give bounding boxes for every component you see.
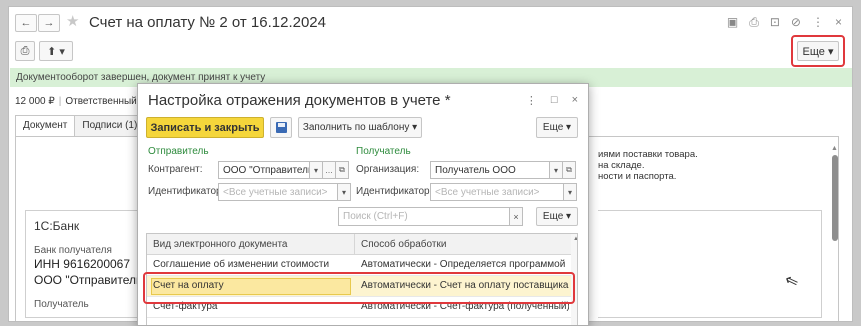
menu-dots-icon[interactable]: ⋮ (812, 15, 824, 30)
table-more-label: Еще ▾ (542, 211, 572, 222)
bank-name: 1С:Банк (34, 219, 80, 233)
chevron-down-icon: ▾ (341, 187, 346, 197)
save-icon[interactable]: ▣ (727, 15, 738, 30)
chevron-down-icon: ▾ (553, 165, 558, 175)
payment-form-right (598, 210, 822, 318)
bank-label: Банк получателя (34, 245, 112, 256)
responsible-label: Ответственный: (65, 96, 140, 107)
organization-open-button[interactable]: ⧉ (562, 161, 576, 179)
preview-icon[interactable]: ⊡ (770, 15, 780, 30)
column-header-doc-type[interactable]: Вид электронного документа (153, 239, 287, 250)
maximize-icon[interactable]: □ (551, 94, 558, 107)
save-and-close-label: Записать и закрыть (150, 121, 260, 134)
document-tabs: Документ Подписи (1) (15, 115, 146, 137)
recipient-label: Получатель (34, 299, 89, 310)
chevron-down-icon: ▾ (313, 165, 318, 175)
upload-button[interactable]: ⬆ ▾ (39, 41, 73, 61)
document-notes: иями поставки товара. на складе. ности и… (598, 149, 698, 182)
note-line: ности и паспорта. (598, 171, 677, 182)
sender-identifier-field[interactable]: <Все учетные записи> (218, 183, 338, 201)
close-icon: × (513, 211, 519, 222)
receiver-identifier-dropdown[interactable]: ▾ (563, 183, 577, 201)
note-line: иями поставки товара. (598, 149, 698, 160)
organization-dropdown-button[interactable]: ▾ (549, 161, 563, 179)
receiver-section-title: Получатель (356, 146, 411, 157)
window-controls: ▣ ⎙ ⊡ ⊘ ⋮ × (727, 15, 842, 30)
dialog-title: Настройка отражения документов в учете * (148, 92, 451, 109)
amount-value: 12 000 ₽ (15, 96, 55, 107)
print-icon[interactable]: ⎙ (749, 15, 759, 30)
organization-label: Организация: (356, 164, 420, 175)
counterparty-select-button[interactable]: … (322, 161, 336, 179)
forward-button[interactable]: → (38, 14, 60, 32)
settings-dialog: Настройка отражения документов в учете *… (137, 83, 589, 326)
counterparty-open-button[interactable]: ⧉ (335, 161, 349, 179)
summary-line: 12 000 ₽ | Ответственный: (15, 96, 140, 107)
highlight-frame-more (791, 35, 845, 67)
search-input[interactable]: Поиск (Ctrl+F) (338, 207, 523, 226)
close-icon[interactable]: × (835, 15, 842, 30)
table-header: Вид электронного документа Способ обрабо… (147, 234, 571, 255)
ellipsis-icon: … (325, 165, 333, 175)
printer-icon: ⎙ (20, 44, 30, 57)
search-clear-button[interactable]: × (509, 207, 523, 226)
dialog-window-controls: ⋮ □ × (526, 94, 578, 107)
upload-icon: ⬆ ▾ (47, 45, 65, 58)
arrow-left-icon: ← (20, 17, 32, 29)
title-bar: ← → ★ Счет на оплату № 2 от 16.12.2024 ▣… (9, 7, 852, 37)
save-button[interactable] (270, 117, 292, 138)
dialog-more-label: Еще ▾ (542, 122, 572, 133)
tab-signatures[interactable]: Подписи (1) (74, 115, 146, 137)
sender-name: ООО "Отправитель" (34, 273, 147, 287)
fill-by-template-label: Заполнить по шаблону ▾ (302, 122, 418, 133)
dialog-more-button[interactable]: Еще ▾ (536, 117, 578, 138)
cell-processing: Автоматически - Определяется программой (361, 259, 566, 270)
status-text: Документооборот завершен, документ приня… (16, 72, 266, 83)
floppy-disk-icon (275, 122, 287, 133)
print-button[interactable]: ⎙ (15, 41, 35, 61)
counterparty-dropdown-button[interactable]: ▾ (309, 161, 323, 179)
counterparty-field[interactable]: ООО "Отправитель" (218, 161, 310, 179)
save-and-close-button[interactable]: Записать и закрыть (146, 117, 264, 138)
scroll-up-icon[interactable]: ▲ (573, 236, 577, 242)
close-icon[interactable]: × (572, 94, 578, 107)
app-frame: ← → ★ Счет на оплату № 2 от 16.12.2024 ▣… (0, 0, 861, 326)
open-link-icon: ⧉ (566, 165, 572, 174)
scroll-up-icon[interactable]: ▲ (831, 145, 838, 152)
link-icon[interactable]: ⊘ (791, 15, 801, 30)
scrollbar[interactable] (832, 155, 838, 241)
back-button[interactable]: ← (15, 14, 37, 32)
menu-dots-icon[interactable]: ⋮ (526, 94, 537, 107)
cell-doc-type: Счет на оплату (153, 280, 224, 291)
note-line: на складе. (598, 160, 645, 171)
tab-document[interactable]: Документ (15, 115, 76, 137)
organization-field[interactable]: Получатель ООО (430, 161, 550, 179)
column-divider (354, 234, 355, 254)
cell-doc-type: Соглашение об изменении стоимости (153, 259, 330, 270)
open-link-icon: ⧉ (339, 165, 345, 174)
fill-by-template-button[interactable]: Заполнить по шаблону ▾ (298, 117, 422, 138)
favorite-star-icon[interactable]: ★ (66, 12, 79, 30)
payment-form-panel: 1С:Банк Банк получателя ИНН 9616200067 О… (25, 210, 155, 318)
chevron-down-icon: ▾ (567, 187, 572, 197)
arrow-right-icon: → (43, 17, 55, 29)
window-title: Счет на оплату № 2 от 16.12.2024 (89, 14, 326, 31)
counterparty-label: Контрагент: (148, 164, 203, 175)
table-more-button[interactable]: Еще ▾ (536, 207, 578, 226)
receiver-identifier-label: Идентификатор: (356, 186, 433, 197)
receiver-identifier-field[interactable]: <Все учетные записи> (430, 183, 564, 201)
sender-section-title: Отправитель (148, 146, 209, 157)
column-header-processing[interactable]: Способ обработки (361, 239, 446, 250)
inn-value: ИНН 9616200067 (34, 257, 131, 271)
sender-identifier-dropdown[interactable]: ▾ (337, 183, 351, 201)
sender-identifier-label: Идентификатор: (148, 186, 225, 197)
